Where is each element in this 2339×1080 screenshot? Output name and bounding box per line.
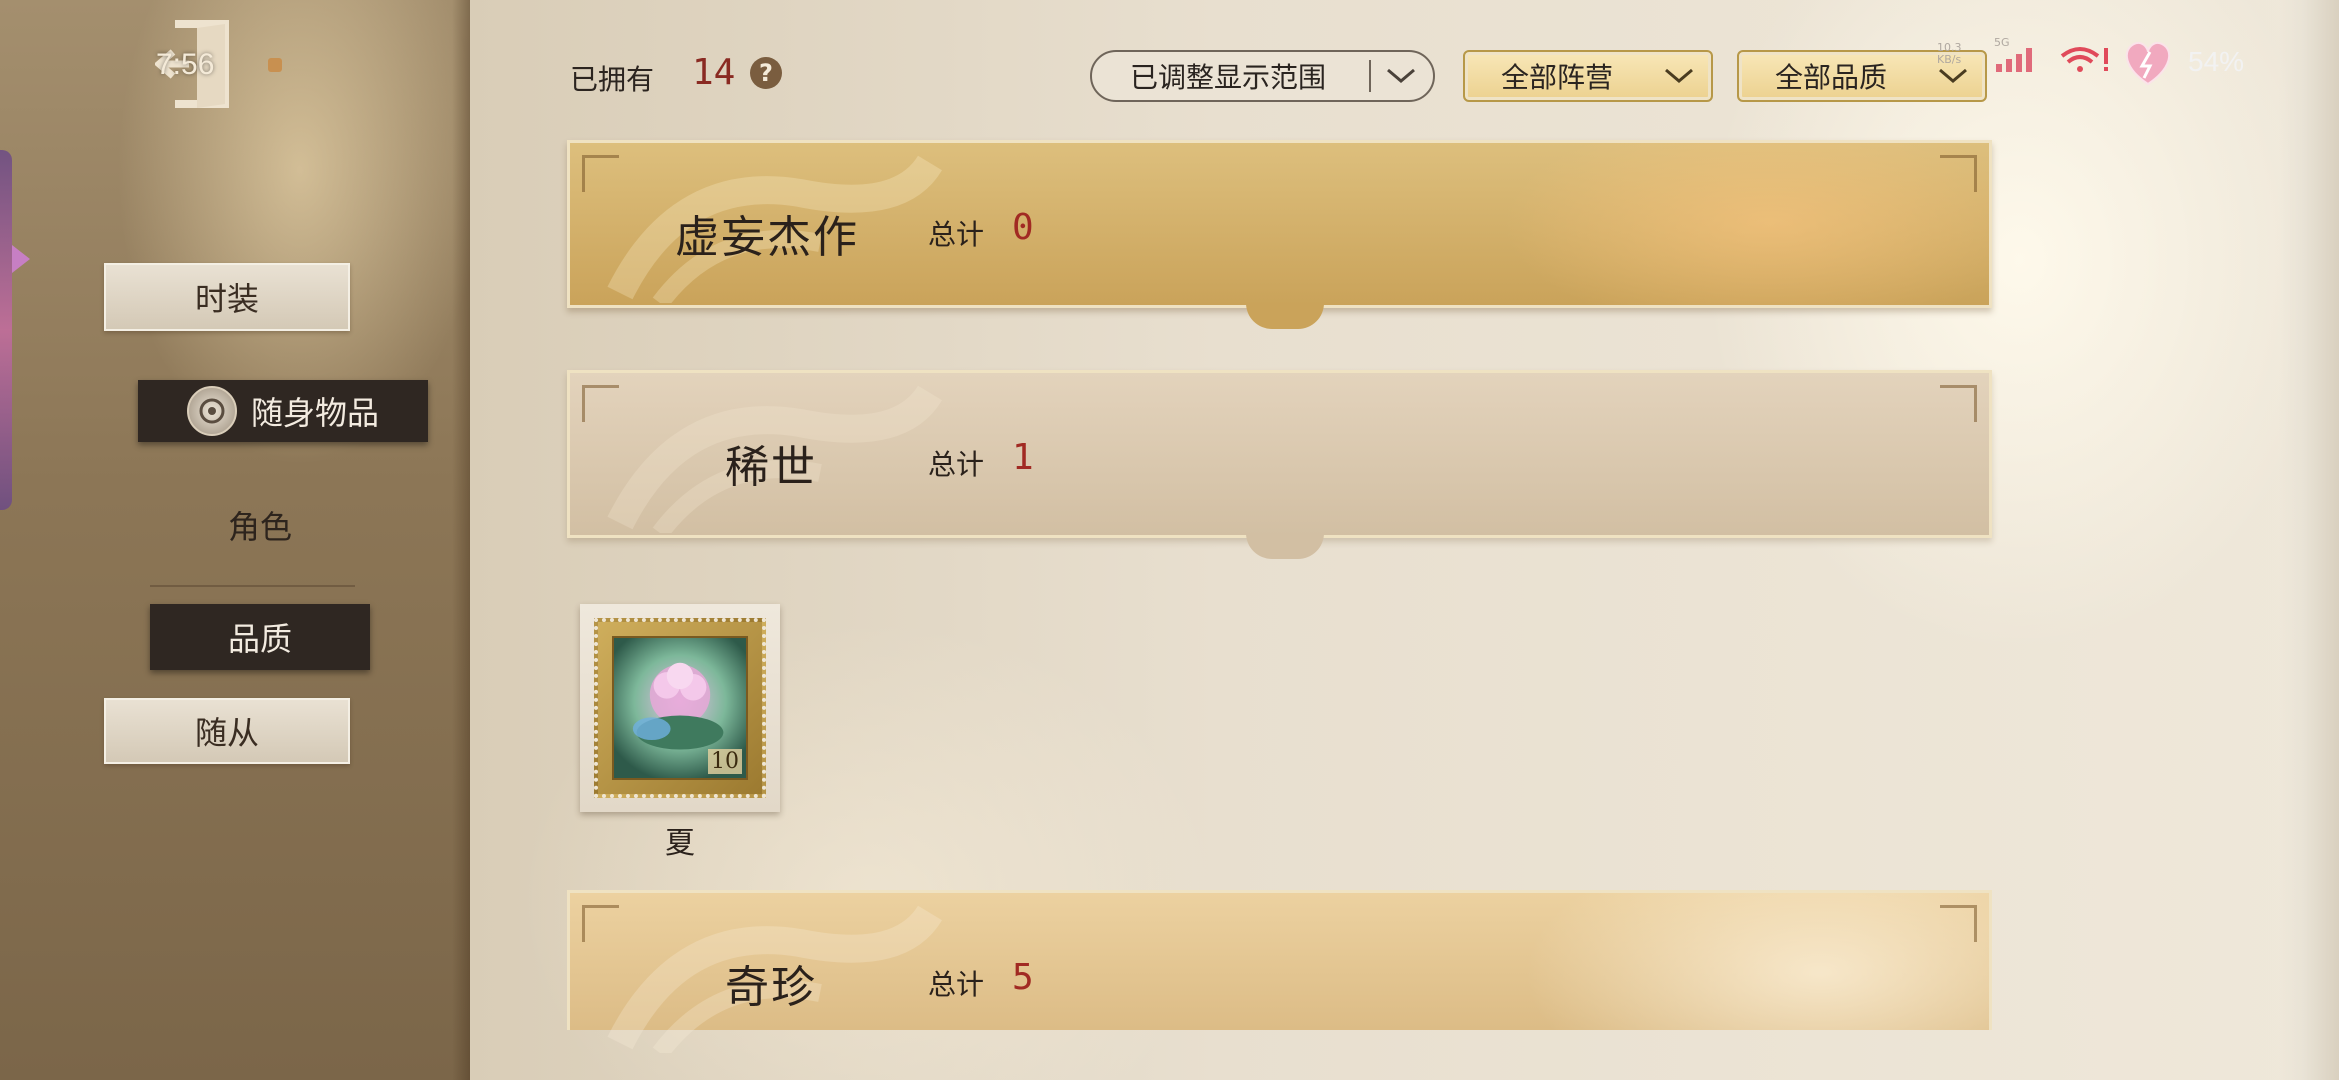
tab-fashion-label: 时装 xyxy=(194,280,259,318)
banner-corner xyxy=(1940,905,1977,942)
notification-icon xyxy=(268,58,282,72)
owned-count: 14 xyxy=(692,52,736,93)
section-total-count: 1 xyxy=(1012,437,1034,478)
status-time: 7:56 xyxy=(156,48,215,81)
banner-corner xyxy=(582,905,619,942)
collectible-item-card[interactable]: 10 xyxy=(580,604,780,812)
display-range-dropdown[interactable]: 已调整显示范围 xyxy=(1090,50,1435,102)
banner-corner xyxy=(1940,385,1977,422)
wifi-icon xyxy=(2058,44,2112,78)
network-speed: 10.3 KB/s xyxy=(1937,42,1962,66)
tab-carry-items-label: 随身物品 xyxy=(250,394,379,432)
tab-character[interactable]: 角色 xyxy=(170,495,350,555)
section-title: 虚妄杰作 xyxy=(675,212,859,263)
stamp-image: 10 xyxy=(594,618,766,798)
signal-icon: 5G xyxy=(1990,36,2040,78)
tab-quality-label: 品质 xyxy=(227,620,292,658)
tab-follower-label: 随从 xyxy=(194,714,259,752)
chevron-down-icon xyxy=(1383,64,1419,88)
stamp-value: 10 xyxy=(708,749,742,774)
nav-divider xyxy=(150,585,355,587)
section-total-label: 总计 xyxy=(928,218,985,251)
battery-level: 54% xyxy=(2188,46,2245,77)
help-icon[interactable]: ? xyxy=(750,57,782,89)
section-total-label: 总计 xyxy=(928,448,985,481)
banner-corner xyxy=(582,385,619,422)
chevron-down-icon xyxy=(1661,64,1697,88)
section-total-count: 0 xyxy=(1012,207,1034,248)
network-type: 5G xyxy=(1994,36,2010,49)
section-title: 奇珍 xyxy=(725,962,817,1013)
network-speed-unit: KB/s xyxy=(1937,53,1962,66)
banner-corner xyxy=(582,155,619,192)
expand-arrow-icon[interactable] xyxy=(12,245,30,273)
heart-icon xyxy=(2120,38,2176,92)
emblem-icon xyxy=(186,386,237,436)
section-total-label: 总计 xyxy=(928,968,985,1001)
tab-quality[interactable]: 品质 xyxy=(150,604,370,670)
tab-fashion[interactable]: 时装 xyxy=(104,263,350,331)
tab-character-label: 角色 xyxy=(227,508,292,546)
display-range-label: 已调整显示范围 xyxy=(1130,61,1327,94)
faction-label: 全部阵营 xyxy=(1501,61,1614,94)
rarity-section-header[interactable]: 稀世 总计 1 xyxy=(567,370,1992,559)
tab-carry-items[interactable]: 随身物品 xyxy=(138,380,428,442)
tab-follower[interactable]: 随从 xyxy=(104,698,350,764)
rarity-section-header[interactable]: 奇珍 总计 5 xyxy=(567,890,1992,1053)
rarity-section-header[interactable]: 虚妄杰作 总计 0 xyxy=(567,140,1992,329)
banner-corner xyxy=(1940,155,1977,192)
section-total-count: 5 xyxy=(1012,957,1034,998)
dropdown-separator xyxy=(1369,60,1371,92)
quality-label: 全部品质 xyxy=(1775,61,1888,94)
section-title: 稀世 xyxy=(725,442,817,493)
item-name: 夏 xyxy=(665,826,695,861)
edge-handle[interactable] xyxy=(0,150,12,510)
faction-dropdown[interactable]: 全部阵营 xyxy=(1463,50,1713,102)
paper-edge xyxy=(2279,0,2339,1080)
chevron-down-icon xyxy=(1935,64,1971,88)
owned-label: 已拥有 xyxy=(570,63,655,96)
